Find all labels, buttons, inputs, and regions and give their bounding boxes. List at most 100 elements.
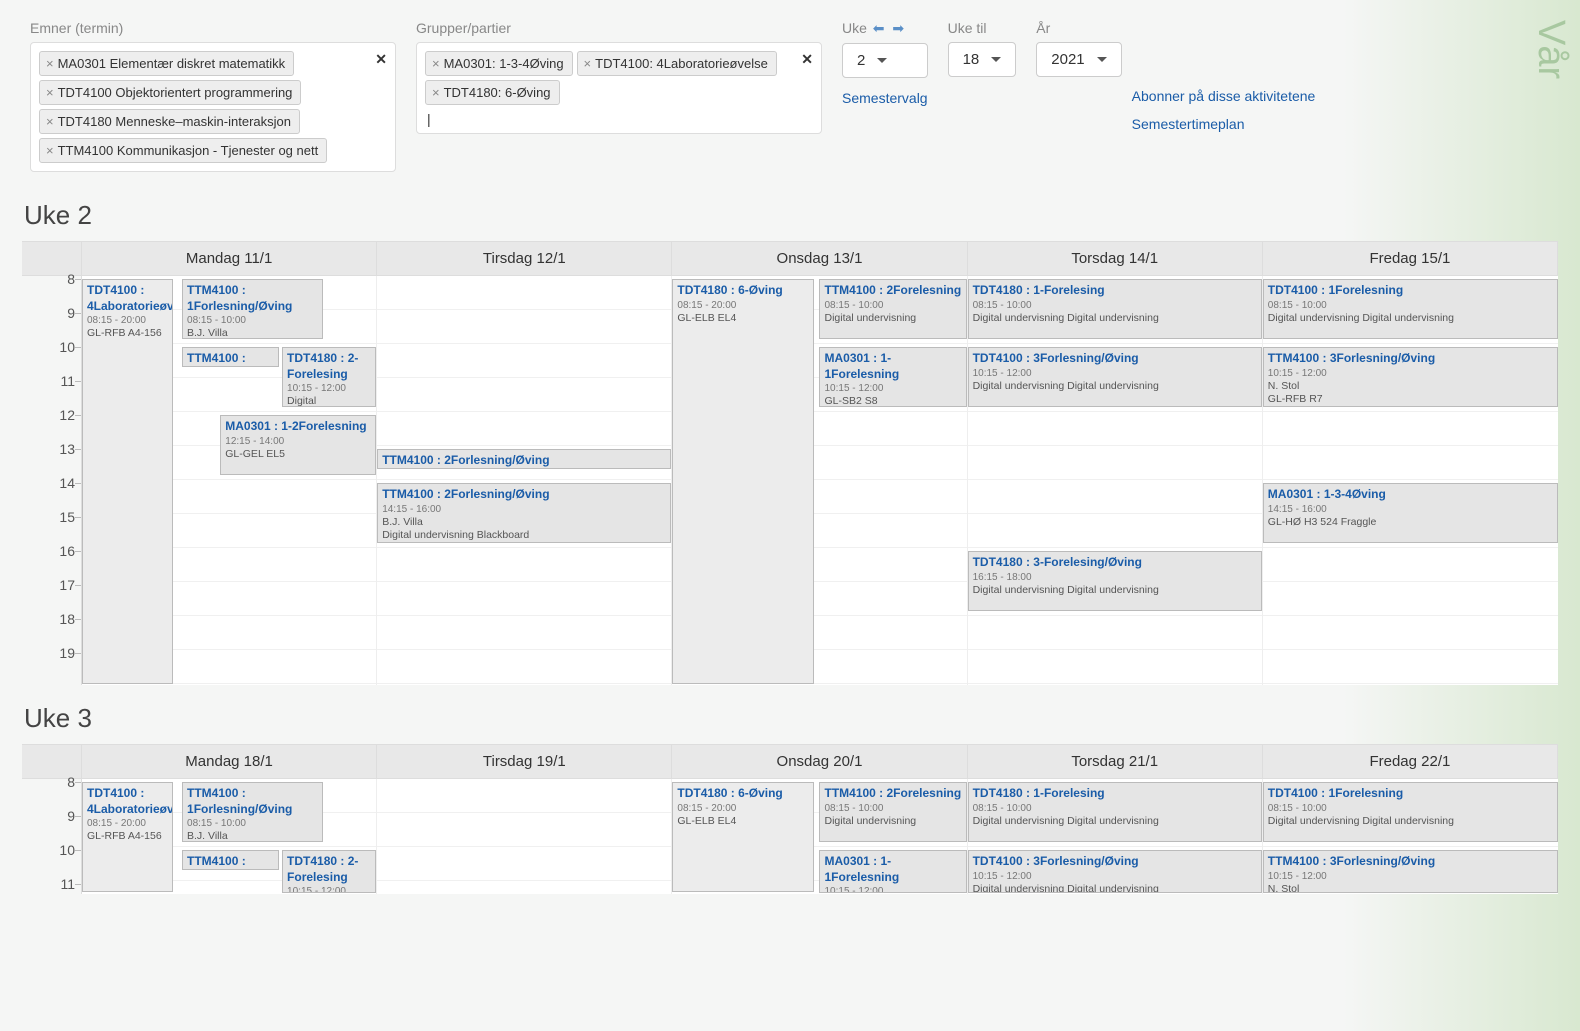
calendar-event[interactable]: TTM4100 : 2Forelesning08:15 - 10:00Digit… <box>819 782 966 842</box>
calendar-event[interactable]: MA0301 : 1-1Forelesning10:15 - 12:00 <box>819 850 966 893</box>
time-label: 15 <box>59 509 75 525</box>
event-info: GL-RFB R7 <box>1268 393 1553 407</box>
uke-select[interactable]: 2 <box>842 43 928 78</box>
day-header: Torsdag 14/1 <box>968 242 1263 276</box>
aar-label: År <box>1036 20 1121 36</box>
tag-remove-icon[interactable]: × <box>46 143 54 158</box>
calendar-event[interactable]: TTM4100 : 1Forlesning/Øving08:15 - 10:00… <box>182 782 323 842</box>
emner-filter-group: Emner (termin) ✕ ×MA0301 Elementær diskr… <box>30 20 396 172</box>
event-time: 10:15 - 12:00 <box>824 885 961 893</box>
aar-column: År 2021 <box>1036 20 1121 106</box>
filter-tag[interactable]: ×TTM4100 Kommunikasjon - Tjenester og ne… <box>39 138 327 163</box>
calendar-event[interactable]: TDT4100 : 4Laboratorieøvelse08:15 - 20:0… <box>82 279 173 684</box>
tag-remove-icon[interactable]: × <box>432 56 440 71</box>
calendar-event[interactable]: TTM4100 : 1Forlesning/ <box>182 850 279 870</box>
tag-remove-icon[interactable]: × <box>46 85 54 100</box>
calendar-event[interactable]: TDT4100 : 3Forlesning/Øving10:15 - 12:00… <box>968 347 1262 407</box>
event-info: GL-ELB EL4 <box>677 312 808 326</box>
day-header: Tirsdag 19/1 <box>377 745 672 779</box>
day-header: Fredag 22/1 <box>1263 745 1558 779</box>
calendar-event[interactable]: TDT4180 : 1-Forelesing08:15 - 10:00Digit… <box>968 782 1262 842</box>
uke-next-arrow-icon[interactable]: ➡ <box>892 20 904 37</box>
event-title: TDT4100 : 3Forlesning/Øving <box>973 854 1257 870</box>
calendar-event[interactable]: TDT4100 : 3Forlesning/Øving10:15 - 12:00… <box>968 850 1262 893</box>
calendar-event[interactable]: TDT4180 : 6-Øving08:15 - 20:00GL-ELB EL4 <box>672 782 813 892</box>
day-header: Mandag 11/1 <box>82 242 377 276</box>
tag-remove-icon[interactable]: × <box>46 56 54 71</box>
time-label: 17 <box>59 577 75 593</box>
emner-filter-box[interactable]: ✕ ×MA0301 Elementær diskret matematikk ×T… <box>30 42 396 172</box>
calendar-event[interactable]: TDT4180 : 2-Forelesing10:15 - 12:00 <box>282 850 376 893</box>
event-info: GL-SB2 S8 <box>824 395 961 407</box>
filter-tag[interactable]: ×TDT4180 Menneske–maskin-interaksjon <box>39 109 300 134</box>
calendar-event[interactable]: TTM4100 : 2Forlesning/ØvingØving 1B <box>377 449 671 469</box>
event-info: GL-GEL EL5 <box>225 448 371 462</box>
calendar-event[interactable]: TTM4100 : 1Forlesning/Øving08:15 - 10:00… <box>182 279 323 339</box>
event-info: Digital undervisning Digital undervisnin… <box>973 883 1257 893</box>
event-title: TTM4100 : 2Forlesning/Øving <box>382 487 666 503</box>
week-title: Uke 3 <box>24 703 1558 734</box>
filter-tag[interactable]: ×TDT4100 Objektorientert programmering <box>39 80 301 105</box>
event-time: 12:15 - 14:00 <box>225 435 371 448</box>
controls-row: Emner (termin) ✕ ×MA0301 Elementær diskr… <box>0 0 1580 182</box>
event-time: 10:15 - 12:00 <box>287 885 371 893</box>
event-info: N. Stol <box>1268 883 1553 893</box>
filter-tag[interactable]: ×MA0301: 1-3-4Øving <box>425 51 573 76</box>
uke-prev-arrow-icon[interactable]: ⬅ <box>873 20 885 37</box>
day-header: Onsdag 13/1 <box>672 242 967 276</box>
selectors-group: Uke ⬅ ➡ 2 Semestervalg Uke til 18 År 202… <box>842 20 1122 106</box>
time-column: 8910111213141516171819 <box>22 276 82 685</box>
calendar-event[interactable]: TDT4180 : 6-Øving08:15 - 20:00GL-ELB EL4 <box>672 279 813 684</box>
semestertimeplan-link[interactable]: Semestertimeplan <box>1132 116 1316 132</box>
event-info: Digital undervisning Digital undervisnin… <box>973 584 1257 598</box>
filter-tag[interactable]: ×MA0301 Elementær diskret matematikk <box>39 51 294 76</box>
calendar-event[interactable]: TTM4100 : 1Forlesning/ <box>182 347 279 367</box>
event-time: 10:15 - 12:00 <box>973 870 1257 883</box>
right-links: Abonner på disse aktivitetene Semesterti… <box>1132 82 1316 132</box>
uke-til-select[interactable]: 18 <box>948 42 1017 77</box>
calendar-event[interactable]: TDT4100 : 1Forelesning08:15 - 10:00Digit… <box>1263 782 1558 842</box>
event-info: GL-RFB A4-156 <box>87 830 168 844</box>
calendar-event[interactable]: TDT4180 : 1-Forelesing08:15 - 10:00Digit… <box>968 279 1262 339</box>
event-title: TTM4100 : 3Forlesning/Øving <box>1268 854 1553 870</box>
time-label: 8 <box>67 271 75 287</box>
event-title: TDT4180 : 2-Forelesing <box>287 351 371 382</box>
grupper-filter-box[interactable]: ✕ ×MA0301: 1-3-4Øving×TDT4100: 4Laborato… <box>416 42 822 134</box>
event-info: Digital undervisning <box>287 395 371 407</box>
text-cursor: | <box>427 111 815 127</box>
tag-remove-icon[interactable]: × <box>584 56 592 71</box>
calendar-event[interactable]: MA0301 : 1-3-4Øving14:15 - 16:00GL-HØ H3… <box>1263 483 1558 543</box>
calendar-event[interactable]: TDT4100 : 4Laboratorieøvelse08:15 - 20:0… <box>82 782 173 892</box>
abonner-link[interactable]: Abonner på disse aktivitetene <box>1132 88 1316 104</box>
event-time: 08:15 - 10:00 <box>973 299 1257 312</box>
calendar-event[interactable]: TDT4180 : 2-Forelesing10:15 - 12:00Digit… <box>282 347 376 407</box>
semestervalg-link[interactable]: Semestervalg <box>842 90 928 106</box>
emner-clear-button[interactable]: ✕ <box>375 51 387 68</box>
event-title: TDT4180 : 1-Forelesing <box>973 283 1257 299</box>
grupper-clear-button[interactable]: ✕ <box>801 51 813 68</box>
calendar-event[interactable]: MA0301 : 1-2Forelesning12:15 - 14:00GL-G… <box>220 415 376 475</box>
time-label: 12 <box>59 407 75 423</box>
event-title: TDT4100 : 1Forelesning <box>1268 283 1553 299</box>
day-column: TDT4100 : 1Forelesning08:15 - 10:00Digit… <box>1263 779 1558 894</box>
tag-remove-icon[interactable]: × <box>432 85 440 100</box>
event-title: TTM4100 : 1Forlesning/Øving <box>187 786 318 817</box>
calendar-event[interactable]: TTM4100 : 3Forlesning/Øving10:15 - 12:00… <box>1263 850 1558 893</box>
event-time: 08:15 - 10:00 <box>824 802 961 815</box>
calendar-event[interactable]: TDT4180 : 3-Forelesing/Øving16:15 - 18:0… <box>968 551 1262 611</box>
calendar-event[interactable]: TTM4100 : 2Forlesning/Øving14:15 - 16:00… <box>377 483 671 543</box>
calendar-event[interactable]: TTM4100 : 3Forlesning/Øving10:15 - 12:00… <box>1263 347 1558 407</box>
schedule-grid: Mandag 18/1Tirsdag 19/1Onsdag 20/1Torsda… <box>22 744 1558 894</box>
event-title: TTM4100 : 2Forelesning <box>824 786 961 802</box>
filter-tag[interactable]: ×TDT4180: 6-Øving <box>425 80 560 105</box>
tag-remove-icon[interactable]: × <box>46 114 54 129</box>
calendar-event[interactable]: TTM4100 : 2Forelesning08:15 - 10:00Digit… <box>819 279 966 339</box>
event-time: 10:15 - 12:00 <box>824 382 961 395</box>
aar-select[interactable]: 2021 <box>1036 42 1121 77</box>
day-column: TDT4180 : 1-Forelesing08:15 - 10:00 Digit… <box>968 276 1263 685</box>
calendar-event[interactable]: TDT4100 : 1Forelesning08:15 - 10:00Digit… <box>1263 279 1558 339</box>
filter-tag[interactable]: ×TDT4100: 4Laboratorieøvelse <box>577 51 777 76</box>
event-title: TDT4180 : 2-Forelesing <box>287 854 371 885</box>
event-info: B.J. Villa <box>382 516 666 530</box>
calendar-event[interactable]: MA0301 : 1-1Forelesning10:15 - 12:00GL-S… <box>819 347 966 407</box>
